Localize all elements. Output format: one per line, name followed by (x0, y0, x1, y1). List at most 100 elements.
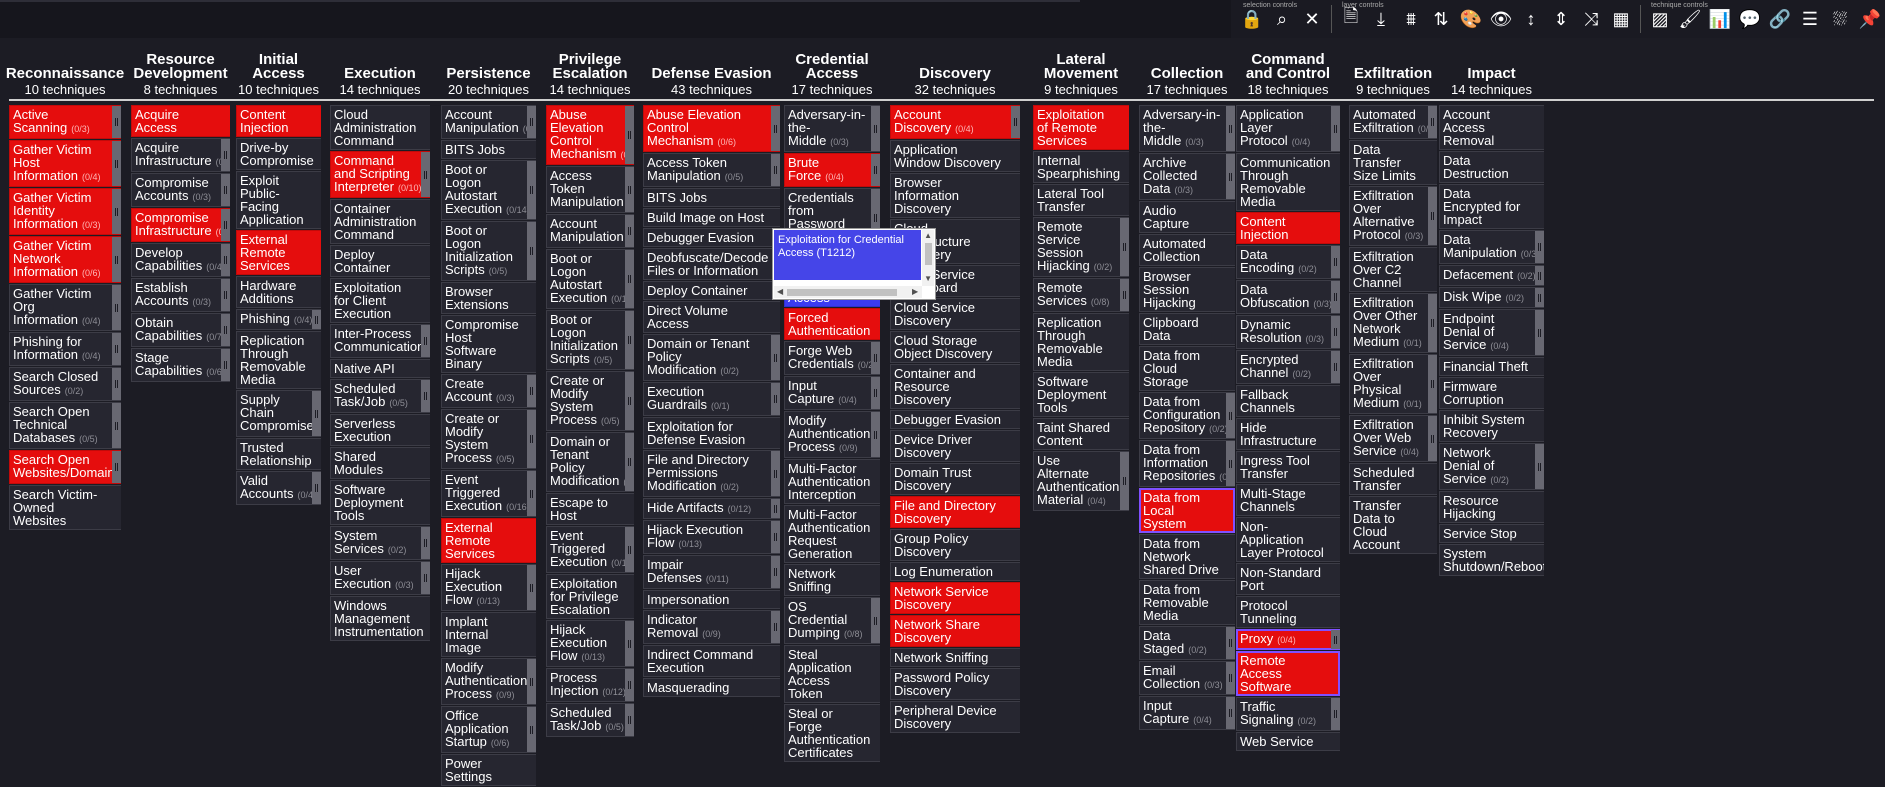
tactic-header[interactable]: Credential Access 17 techniques (784, 48, 880, 102)
technique-cell[interactable]: Internal Spearphishing (1033, 151, 1129, 183)
tactic-header[interactable]: Lateral Movement 9 techniques (1033, 48, 1129, 102)
technique-cell[interactable]: Lateral Tool Transfer (1033, 184, 1129, 216)
expand-subtechniques-handle[interactable] (1331, 246, 1340, 278)
expand-subtechniques-handle[interactable] (1226, 627, 1235, 659)
technique-cell[interactable]: Create Account (0/3) (441, 374, 536, 408)
expand-subtechniques-handle[interactable] (771, 611, 780, 643)
technique-cell[interactable]: Protocol Tunneling (1236, 596, 1340, 628)
tactic-header[interactable]: Initial Access 10 techniques (236, 48, 321, 102)
technique-cell[interactable]: Log Enumeration (890, 562, 1020, 581)
technique-cell[interactable]: Automated Collection (1139, 234, 1235, 266)
technique-cell[interactable]: Create or Modify System Process (0/5) (546, 371, 634, 431)
technique-cell[interactable]: Network Sniffing (784, 564, 880, 596)
sort-icon[interactable]: ⇅ (1426, 4, 1456, 34)
expand-subtechniques-handle[interactable] (1535, 310, 1544, 355)
scoring-icon[interactable]: 📊 (1705, 4, 1735, 34)
technique-cell[interactable]: Data Transfer Size Limits (1349, 140, 1437, 185)
toggle-state-icon[interactable]: ▨ (1645, 4, 1675, 34)
technique-cell[interactable]: Data Manipulation (0/3) (1439, 230, 1544, 264)
expand-subtechniques-handle[interactable] (871, 154, 880, 186)
technique-cell[interactable]: Browser Session Hijacking (1139, 267, 1235, 312)
expand-subtechniques-handle[interactable] (112, 403, 121, 448)
technique-cell[interactable]: Financial Theft (1439, 357, 1544, 376)
technique-cell[interactable]: Compromise Infrastructure(0/8) (131, 208, 230, 242)
expand-subtechniques-handle[interactable] (221, 349, 230, 381)
technique-cell[interactable]: Endpoint Denial of Service (0/4) (1439, 309, 1544, 356)
technique-cell[interactable]: Exfiltration Over C2 Channel (1349, 247, 1437, 292)
expand-subtechniques-handle[interactable] (1428, 106, 1437, 138)
scroll-right-arrow-icon[interactable]: ▶ (912, 288, 918, 296)
technique-cell[interactable]: Build Image on Host (643, 208, 780, 227)
technique-cell[interactable]: Replication Through Removable Media (236, 331, 321, 389)
background-color-icon[interactable]: 🖌 (1675, 4, 1705, 34)
expand-subtechniques-handle[interactable] (527, 410, 536, 468)
expand-subtechniques-handle[interactable] (1011, 106, 1020, 138)
expand-subtechniques-handle[interactable] (112, 451, 121, 483)
technique-cell[interactable]: Dynamic Resolution (0/3) (1236, 315, 1340, 349)
technique-cell[interactable]: Traffic Signaling (0/2) (1236, 697, 1340, 731)
technique-cell[interactable]: Hardware Additions (236, 276, 321, 308)
technique-cell[interactable]: Hide Infrastructure (1236, 418, 1340, 450)
metadata-icon[interactable]: ☰ (1795, 4, 1825, 34)
technique-cell[interactable]: Data Encrypted for Impact (1439, 184, 1544, 229)
expand-subtechniques-handle[interactable] (1226, 697, 1235, 729)
expand-subtechniques-handle[interactable] (1535, 266, 1544, 285)
technique-cell[interactable]: Domain or Tenant Policy Modification(0/2… (546, 432, 634, 492)
tactic-header[interactable]: Persistence 20 techniques (441, 48, 536, 102)
technique-cell[interactable]: Non-Application Layer Protocol (1236, 517, 1340, 562)
technique-cell[interactable]: Search Open Websites/Domains(0/3) (9, 450, 121, 484)
technique-cell[interactable]: Data from Cloud Storage (1139, 346, 1235, 391)
expand-subtechniques-handle[interactable] (771, 154, 780, 186)
technique-cell[interactable]: Network Share Discovery (890, 615, 1020, 647)
technique-cell[interactable]: Replication Through Removable Media (1033, 313, 1129, 371)
technique-cell[interactable]: Data from Removable Media (1139, 580, 1235, 625)
expand-subtechniques-handle[interactable] (1120, 452, 1129, 510)
technique-cell[interactable]: Password Policy Discovery (890, 668, 1020, 700)
expand-subtechniques-handle[interactable] (1428, 416, 1437, 461)
technique-cell[interactable]: Escape to Host (546, 493, 634, 525)
expand-subtechniques-handle[interactable] (221, 209, 230, 241)
expand-subtechniques-handle[interactable] (312, 391, 321, 436)
tooltip-vertical-thumb[interactable] (925, 243, 932, 265)
technique-cell[interactable]: Create or Modify System Process (0/5) (441, 409, 536, 469)
expand-subtechniques-handle[interactable] (112, 106, 121, 138)
technique-cell[interactable]: Indirect Command Execution (643, 645, 780, 677)
tactic-header[interactable]: Resource Development 8 techniques (131, 48, 230, 102)
technique-cell[interactable]: Deploy Container (330, 245, 430, 277)
technique-cell[interactable]: Valid Accounts (0/4) (236, 471, 321, 505)
technique-cell[interactable]: Non-Standard Port (1236, 563, 1340, 595)
technique-cell[interactable]: Command and Scripting Interpreter (0/10) (330, 151, 430, 198)
expand-subtechniques-handle[interactable] (871, 412, 880, 457)
layout-icon[interactable]: ▦ (1606, 4, 1636, 34)
technique-cell[interactable]: Software Deployment Tools (330, 480, 430, 525)
technique-cell[interactable]: Boot or Logon Initialization Scripts (0/5… (441, 221, 536, 281)
technique-cell[interactable]: Develop Capabilities (0/4) (131, 243, 230, 277)
technique-cell[interactable]: Application Window Discovery (890, 140, 1020, 172)
technique-cell[interactable]: Email Collection (0/3) (1139, 661, 1235, 695)
technique-cell[interactable]: Taint Shared Content (1033, 418, 1129, 450)
tactic-header[interactable]: Reconnaissance 10 techniques (6, 48, 124, 102)
technique-cell[interactable]: Exfiltration Over Other Network Medium (0… (1349, 293, 1437, 353)
technique-cell[interactable]: Power Settings (441, 754, 536, 786)
technique-cell[interactable]: Multi-Factor Authentication Request Gene… (784, 505, 880, 563)
technique-cell[interactable]: Abuse Elevation Control Mechanism(0/6) (546, 105, 634, 165)
technique-cell[interactable]: Firmware Corruption (1439, 377, 1544, 409)
technique-cell[interactable]: User Execution (0/3) (330, 561, 430, 595)
expand-subtechniques-handle[interactable] (625, 311, 634, 369)
technique-cell[interactable]: Hijack Execution Flow (0/13) (643, 520, 780, 554)
expand-subtechniques-handle[interactable] (312, 310, 321, 329)
technique-cell[interactable]: Indicator Removal (0/9) (643, 610, 780, 644)
technique-cell[interactable]: Domain or Tenant Policy Modification(0/2… (643, 334, 780, 381)
expand-all-icon[interactable]: ⇕ (1546, 4, 1576, 34)
technique-cell[interactable]: Account Access Removal (1439, 105, 1544, 150)
technique-cell[interactable]: Cloud Service Discovery (890, 298, 1020, 330)
expand-subtechniques-handle[interactable] (527, 565, 536, 610)
technique-cell[interactable]: Group Policy Discovery (890, 529, 1020, 561)
technique-cell[interactable]: Ingress Tool Transfer (1236, 451, 1340, 483)
expand-subtechniques-handle[interactable] (527, 659, 536, 704)
expand-subtechniques-handle[interactable] (625, 433, 634, 491)
technique-cell[interactable]: Content Injection (1236, 212, 1340, 244)
expand-subtechniques-handle[interactable] (527, 471, 536, 516)
expand-subtechniques-handle[interactable] (1120, 218, 1129, 276)
technique-cell[interactable]: Domain Trust Discovery (890, 463, 1020, 495)
